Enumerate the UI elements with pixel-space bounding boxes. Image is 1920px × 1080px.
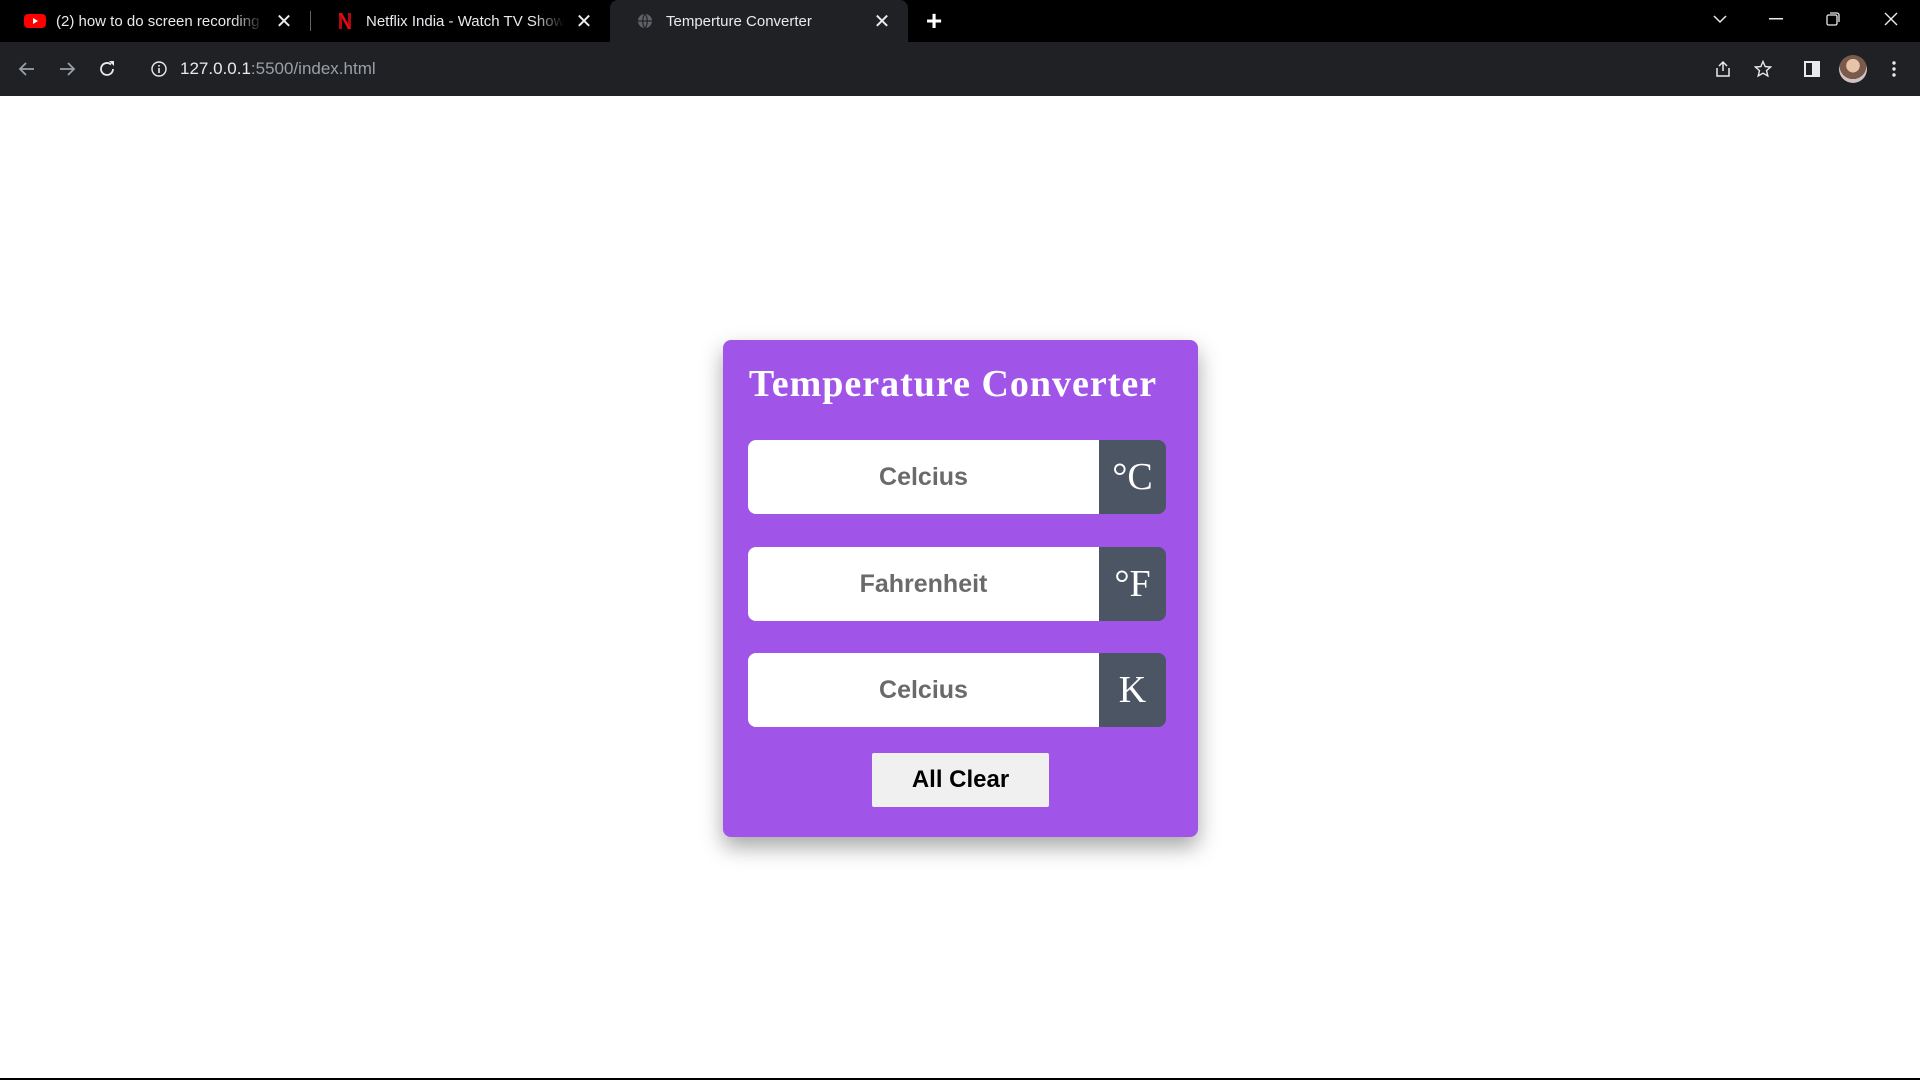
youtube-icon — [24, 13, 46, 29]
address-bar[interactable]: 127.0.0.1:5500/index.html — [136, 49, 1765, 89]
kelvin-input[interactable] — [748, 653, 1099, 727]
new-tab-button[interactable]: + — [920, 5, 948, 36]
fahrenheit-unit-label: °F — [1098, 547, 1166, 621]
restore-icon[interactable] — [1806, 0, 1860, 38]
tab-title: Temperture Converter — [666, 12, 812, 30]
celsius-row: °C — [748, 440, 1166, 514]
minimize-icon[interactable] — [1749, 0, 1803, 38]
fahrenheit-row: °F — [748, 547, 1166, 621]
reload-icon[interactable] — [91, 53, 123, 85]
globe-icon — [634, 13, 656, 29]
tab-search-icon[interactable] — [1693, 0, 1747, 38]
celsius-input[interactable] — [748, 440, 1099, 514]
bookmark-star-icon[interactable] — [1747, 53, 1779, 85]
kelvin-unit-label: K — [1098, 653, 1166, 727]
netflix-icon — [334, 13, 356, 29]
kelvin-row: K — [748, 653, 1166, 727]
browser-toolbar: 127.0.0.1:5500/index.html — [0, 42, 1920, 96]
tab-title: (2) how to do screen recording i — [56, 12, 264, 30]
tab-youtube[interactable]: (2) how to do screen recording i ✕ — [0, 0, 310, 42]
celsius-unit-label: °C — [1098, 440, 1166, 514]
url-path: :5500/index.html — [250, 59, 376, 78]
close-tab-icon[interactable]: ✕ — [272, 9, 296, 33]
fahrenheit-input[interactable] — [748, 547, 1099, 621]
browser-chrome: (2) how to do screen recording i ✕ Netfl… — [0, 0, 1920, 96]
page-viewport: Temperature Converter °C °F K All Clear — [0, 96, 1920, 1078]
side-panel-icon[interactable] — [1796, 53, 1828, 85]
converter-card: Temperature Converter °C °F K All Clear — [723, 340, 1198, 837]
close-window-icon[interactable] — [1864, 0, 1918, 38]
profile-avatar[interactable] — [1839, 55, 1867, 83]
page-title: Temperature Converter — [748, 363, 1158, 405]
close-tab-icon[interactable]: ✕ — [572, 9, 596, 33]
site-info-icon[interactable] — [150, 60, 168, 78]
forward-icon[interactable] — [51, 53, 83, 85]
back-icon[interactable] — [11, 53, 43, 85]
all-clear-button[interactable]: All Clear — [872, 753, 1049, 807]
tab-netflix[interactable]: Netflix India - Watch TV Shows C ✕ — [310, 0, 610, 42]
menu-icon[interactable] — [1878, 53, 1910, 85]
url-host: 127.0.0.1 — [180, 59, 251, 78]
tab-title: Netflix India - Watch TV Shows C — [366, 12, 564, 30]
share-icon[interactable] — [1707, 53, 1739, 85]
tab-strip: (2) how to do screen recording i ✕ Netfl… — [0, 0, 1920, 42]
tab-temperature-converter[interactable]: Temperture Converter ✕ — [610, 0, 908, 42]
close-tab-icon[interactable]: ✕ — [870, 9, 894, 33]
